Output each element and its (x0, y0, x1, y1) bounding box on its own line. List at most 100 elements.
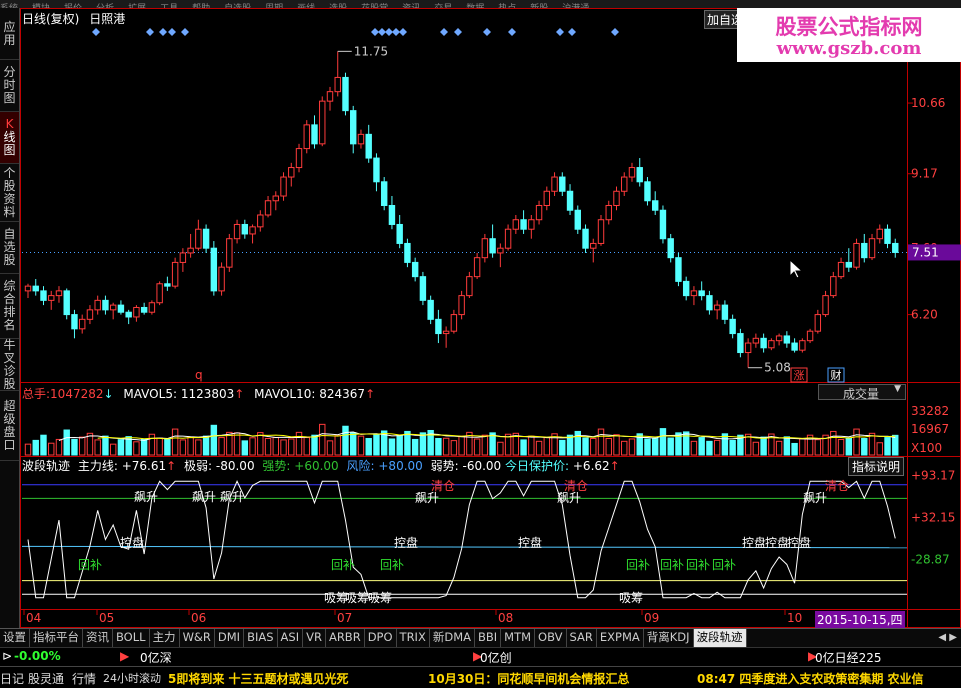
tab-mtm[interactable]: MTM (501, 629, 536, 647)
tab-asi[interactable]: ASI (278, 629, 304, 647)
tab-arbr[interactable]: ARBR (326, 629, 365, 647)
quote-button[interactable]: 行情 (72, 670, 96, 687)
candle-body (32, 285, 39, 292)
price-axis-label: 9.17 (911, 167, 938, 181)
candle-body (55, 290, 63, 297)
candle-body (280, 176, 287, 197)
candle-body (853, 242, 860, 268)
tab-[interactable]: 波段轨迹 (693, 629, 747, 647)
signal-diamond-icon (508, 28, 516, 36)
candle-body (783, 335, 791, 344)
volume-ma10-line (97, 433, 896, 440)
volume-bar (102, 435, 109, 456)
candle-body (605, 205, 612, 221)
sidebar-item[interactable]: 牛叉诊股 (0, 338, 19, 391)
volume-bar (442, 437, 450, 456)
diary-button[interactable]: 日记 (0, 670, 24, 687)
candle-body (799, 340, 806, 351)
candle-body (466, 276, 473, 297)
tab-dmi[interactable]: DMI (215, 629, 245, 647)
volume-bar (249, 437, 256, 456)
candle-body (164, 283, 171, 287)
indicator-dropdown[interactable]: 成交量 ▼ (818, 384, 906, 401)
volume-bar (435, 438, 442, 456)
sidebar-item[interactable]: K线图 (0, 112, 19, 164)
tab-[interactable]: 指标平台 (30, 629, 83, 647)
candle-body (102, 299, 109, 311)
candle-body (775, 335, 783, 342)
signal-label: 清仓 (564, 479, 588, 493)
sidebar-item[interactable]: 个股资料 (0, 164, 19, 222)
candle-body (411, 261, 419, 278)
indicator-explain-button[interactable]: 指标说明 (848, 457, 905, 476)
tab-bias[interactable]: BIAS (244, 629, 278, 647)
signal-diamond-icon (454, 28, 462, 36)
tab-obv[interactable]: OBV (535, 629, 567, 647)
volume-bar (543, 437, 551, 456)
volume-bar (411, 438, 419, 456)
volume-bar (698, 437, 705, 456)
candle-body (257, 214, 264, 228)
total-volume-label: 总手: (22, 387, 51, 401)
volume-bar (264, 438, 272, 456)
arrow-icon: ▶ (120, 649, 130, 663)
signal-diamond-icon (440, 28, 448, 36)
sidebar-item[interactable]: 应用 (0, 8, 19, 60)
tab-[interactable]: 主力 (150, 629, 180, 647)
tab-kdj[interactable]: 背离KDJ (644, 629, 694, 647)
volume-bar (799, 438, 806, 456)
scroll-right-icon[interactable]: ▶ (949, 632, 957, 643)
candle-body (334, 76, 341, 93)
tab-boll[interactable]: BOLL (113, 629, 150, 647)
candle-body (543, 190, 551, 206)
sidebar-item[interactable]: 自选股 (0, 222, 19, 274)
tab-trix[interactable]: TRIX (397, 629, 430, 647)
tab-[interactable]: 设置 (0, 629, 30, 647)
stock-sprite-button[interactable]: 股灵通 (28, 670, 64, 687)
volume-bar (497, 441, 504, 456)
volume-bar (179, 439, 187, 456)
volume-bar (481, 434, 489, 456)
volume-bar (187, 437, 194, 456)
month-axis-label: 08 (498, 611, 513, 625)
candle-body (876, 228, 883, 240)
sidebar-item[interactable]: 综合排名 (0, 274, 19, 339)
price-axis-label: 6.20 (911, 308, 938, 322)
tab-expma[interactable]: EXPMA (597, 629, 644, 647)
tab-vr[interactable]: VR (303, 629, 326, 647)
tab-bbi[interactable]: BBI (475, 629, 502, 647)
period-label[interactable]: 日线(复权) (22, 12, 79, 26)
tab-dpo[interactable]: DPO (365, 629, 397, 647)
volume-bar (241, 440, 249, 456)
indicator-header: 波段轨迹 主力线: +76.61↑ 极弱: -80.00 强势: +60.00 … (22, 457, 620, 474)
candle-body (497, 247, 504, 254)
tab-sar[interactable]: SAR (567, 629, 597, 647)
candle-body (195, 228, 202, 249)
candle-body (528, 219, 535, 230)
chart-area[interactable]: 10.669.177.606.207.5111.755.08q涨财3328216… (20, 8, 961, 628)
tab-wr[interactable]: W&R (180, 629, 215, 647)
news-scroll-button[interactable]: 24小时滚动 (103, 670, 161, 686)
candle-body (303, 124, 310, 150)
signal-diamond-icon (392, 28, 400, 36)
sidebar-item[interactable]: 分时图 (0, 60, 19, 112)
volume-bar (303, 437, 310, 456)
scroll-left-icon[interactable]: ◀ (938, 632, 946, 643)
candle-body (590, 242, 597, 249)
volume-bar (713, 439, 721, 456)
tab-[interactable]: 资讯 (83, 629, 113, 647)
news-item[interactable]: 10月30日：同花顺早间机会情报汇总 (428, 670, 629, 687)
tab-dma[interactable]: 新DMA (430, 629, 475, 647)
volume-bar (706, 440, 713, 456)
candle-body (140, 306, 148, 313)
month-axis-label: 05 (99, 611, 114, 625)
volume-bar (156, 437, 163, 456)
mavol5-value: 1123803 (180, 387, 235, 401)
news-item[interactable]: 08:47 四季度进入支农政策密集期 农业信 (697, 670, 924, 687)
news-item[interactable]: 5即将到来 十三五题材或遇见光死 (168, 670, 349, 687)
q-marker: q (195, 368, 203, 382)
sidebar-item[interactable]: 超级盘口 (0, 391, 19, 461)
finance-event-label: 财 (831, 368, 842, 382)
candle-body (117, 304, 125, 313)
risk-value: 风险: +80.00 (346, 459, 423, 473)
